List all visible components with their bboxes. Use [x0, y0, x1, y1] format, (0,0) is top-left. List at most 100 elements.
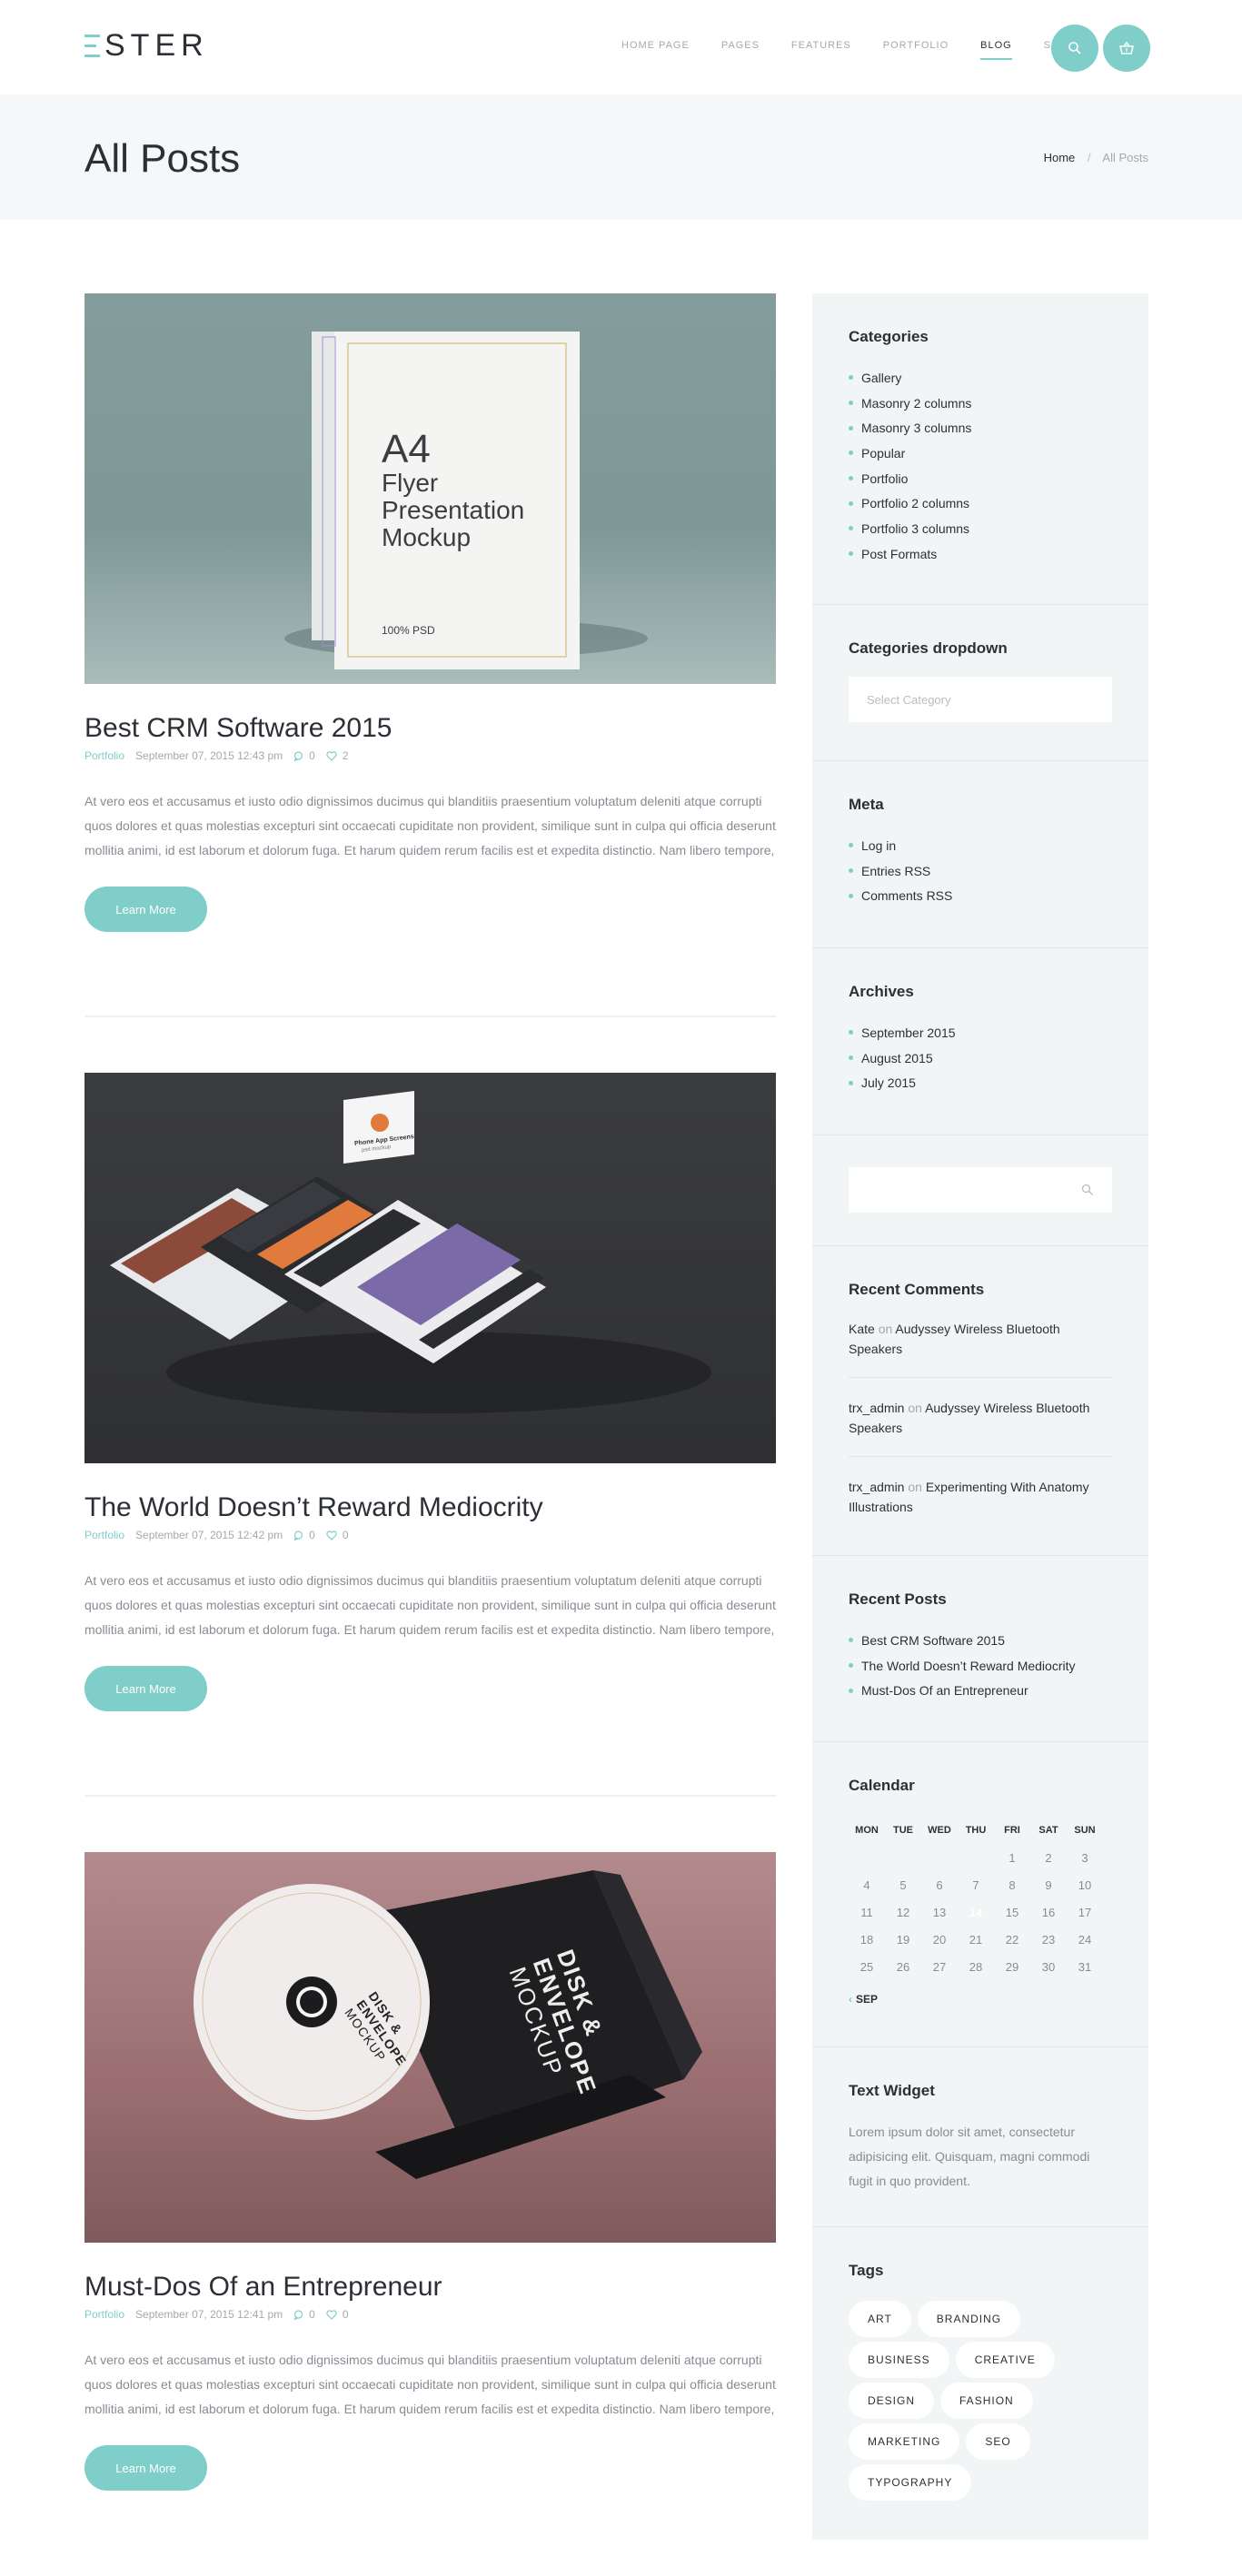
post-image[interactable]: A4 Flyer Presentation Mockup 100% PSD — [84, 293, 776, 684]
meta-item[interactable]: Entries RSS — [849, 858, 1112, 884]
sidebar-search-input[interactable] — [849, 1167, 1112, 1213]
widget-recent-posts: Recent Posts Best CRM Software 2015 The … — [812, 1590, 1148, 1703]
archive-item[interactable]: September 2015 — [849, 1020, 1112, 1045]
tag-item[interactable]: DESIGN — [849, 2383, 935, 2419]
breadcrumb-home[interactable]: Home — [1044, 151, 1076, 164]
comment-divider — [849, 1377, 1112, 1378]
calendar-week-row: 18 19 20 21 22 23 24 — [849, 1926, 1112, 1953]
cart-button[interactable] — [1103, 25, 1150, 72]
category-item[interactable]: Portfolio 3 columns — [849, 516, 1112, 541]
tag-cloud: ART BRANDING BUSINESS CREATIVE DESIGN FA… — [849, 2301, 1121, 2505]
post-likes-count: 0 — [342, 2308, 349, 2321]
nav-item-home-page[interactable]: HOME PAGE — [621, 40, 690, 51]
heart-icon — [326, 1530, 337, 1541]
nav-item-portfolio[interactable]: PORTFOLIO — [883, 40, 949, 51]
widget-archives: Archives September 2015 August 2015 July… — [812, 983, 1148, 1095]
widget-title: Categories — [849, 328, 929, 345]
learn-more-button[interactable]: Learn More — [84, 1666, 207, 1711]
archive-item[interactable]: July 2015 — [849, 1070, 1112, 1095]
calendar-today[interactable]: 14 — [958, 1898, 994, 1926]
comment-author[interactable]: Kate — [849, 1322, 875, 1336]
blog-post: A4 Flyer Presentation Mockup 100% PSD Be… — [84, 293, 776, 932]
category-select[interactable]: Select Category — [849, 677, 1112, 722]
widget-title: Categories dropdown — [849, 639, 1008, 657]
post-excerpt: At vero eos et accusamus et iusto odio d… — [84, 1573, 776, 1637]
recent-post-item[interactable]: The World Doesn’t Reward Mediocrity — [849, 1653, 1112, 1679]
post-likes[interactable]: 0 — [326, 1529, 349, 1541]
tag-item[interactable]: ART — [849, 2301, 911, 2337]
logo-e-mark — [84, 33, 100, 58]
category-item[interactable]: Post Formats — [849, 541, 1112, 567]
post-title[interactable]: Must-Dos Of an Entrepreneur — [84, 2272, 776, 2303]
category-item[interactable]: Masonry 3 columns — [849, 415, 1112, 441]
calendar-prev-month[interactable]: ‹ SEP — [849, 1993, 1112, 2006]
widget-calendar: Calendar MON TUE WED THU FRI SAT SUN 123… — [812, 1777, 1148, 2006]
calendar-header-row: MON TUE WED THU FRI SAT SUN — [849, 1817, 1112, 1844]
widget-recent-comments: Recent Comments Kate on Audyssey Wireles… — [812, 1281, 1148, 1517]
post-comments-count: 0 — [309, 749, 315, 762]
widget-text: Text Widget Lorem ipsum dolor sit amet, … — [812, 2082, 1148, 2194]
post-excerpt: At vero eos et accusamus et iusto odio d… — [84, 2353, 776, 2416]
widget-title: Archives — [849, 983, 914, 1000]
post-comments[interactable]: 0 — [293, 1529, 315, 1541]
calendar-day: 13 — [932, 1905, 947, 1919]
archive-item[interactable]: August 2015 — [849, 1045, 1112, 1071]
learn-more-button[interactable]: Learn More — [84, 2445, 207, 2491]
category-item[interactable]: Masonry 2 columns — [849, 391, 1112, 416]
meta-list: Log in Entries RSS Comments RSS — [849, 833, 1112, 908]
widget-categories-dropdown: Categories dropdown Select Category — [812, 639, 1148, 722]
post-title[interactable]: Best CRM Software 2015 — [84, 713, 776, 744]
category-item[interactable]: Portfolio 2 columns — [849, 490, 1112, 516]
search-icon — [1068, 42, 1081, 54]
calendar-day: 2 — [1045, 1850, 1052, 1865]
widget-divider — [812, 1134, 1148, 1135]
calendar-day: 24 — [1078, 1932, 1092, 1947]
nav-item-features[interactable]: FEATURES — [791, 40, 851, 51]
tag-item[interactable]: SEO — [966, 2423, 1030, 2460]
learn-more-button[interactable]: Learn More — [84, 887, 207, 932]
comment-author[interactable]: trx_admin — [849, 1480, 904, 1494]
post-likes[interactable]: 2 — [326, 749, 349, 762]
calendar-day: 25 — [859, 1959, 874, 1974]
nav-item-pages[interactable]: PAGES — [721, 40, 760, 51]
meta-item[interactable]: Log in — [849, 833, 1112, 858]
site-logo[interactable]: STER — [84, 27, 209, 64]
tag-item[interactable]: FASHION — [940, 2383, 1033, 2419]
meta-item[interactable]: Comments RSS — [849, 883, 1112, 908]
category-item[interactable]: Portfolio — [849, 466, 1112, 491]
post-category[interactable]: Portfolio — [84, 2308, 124, 2321]
tag-item[interactable]: BUSINESS — [849, 2342, 949, 2378]
calendar-week-row: 1 2 3 — [849, 1844, 1112, 1871]
calendar-day: 29 — [1005, 1959, 1019, 1974]
comment-author[interactable]: trx_admin — [849, 1401, 904, 1415]
tag-item[interactable]: MARKETING — [849, 2423, 960, 2460]
tag-item[interactable]: BRANDING — [917, 2301, 1021, 2337]
heart-icon — [326, 750, 337, 761]
category-item[interactable]: Popular — [849, 441, 1112, 466]
disk-envelope-illustration — [194, 1870, 702, 2179]
post-comments[interactable]: 0 — [293, 2308, 315, 2321]
post-title[interactable]: The World Doesn’t Reward Mediocrity — [84, 1492, 776, 1523]
recent-post-item[interactable]: Best CRM Software 2015 — [849, 1628, 1112, 1653]
category-item[interactable]: Gallery — [849, 365, 1112, 391]
post-likes[interactable]: 0 — [326, 2308, 349, 2321]
tag-item[interactable]: CREATIVE — [955, 2342, 1055, 2378]
post-comments[interactable]: 0 — [293, 749, 315, 762]
calendar-prev-label: SEP — [856, 1993, 879, 2006]
widget-categories: Categories Gallery Masonry 2 columns Mas… — [812, 328, 1148, 567]
post-category[interactable]: Portfolio — [84, 749, 124, 762]
page-title-bar: All Posts Home / All Posts — [0, 94, 1242, 220]
tag-item[interactable]: TYPOGRAPHY — [849, 2464, 972, 2501]
post-image[interactable]: Phone App Screens psd mockup — [84, 1073, 776, 1463]
post-image[interactable]: DISK & ENVELOPE MOCKUP DISK & ENVELOPE M… — [84, 1852, 776, 2243]
widget-title: Tags — [849, 2262, 884, 2279]
calendar-day: 18 — [859, 1932, 874, 1947]
calendar-day: 21 — [969, 1932, 983, 1947]
post-category[interactable]: Portfolio — [84, 1529, 124, 1541]
recent-post-item[interactable]: Must-Dos Of an Entrepreneur — [849, 1678, 1112, 1703]
nav-item-blog[interactable]: BLOG — [980, 40, 1012, 60]
comment-icon — [293, 1530, 303, 1541]
flyer-line-flyer: Flyer — [382, 469, 439, 497]
post-comments-count: 0 — [309, 1529, 315, 1541]
search-button[interactable] — [1051, 25, 1098, 72]
